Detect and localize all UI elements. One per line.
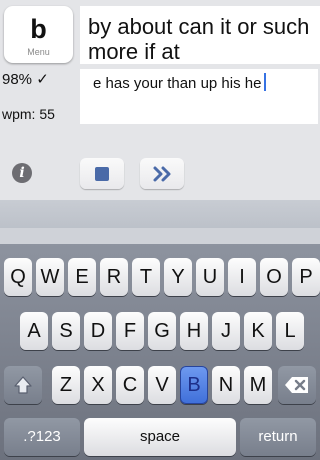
key-m[interactable]: M xyxy=(244,366,272,404)
typed-text: e has your than up his he xyxy=(93,75,262,92)
key-j[interactable]: J xyxy=(212,312,240,350)
key-h[interactable]: H xyxy=(180,312,208,350)
key-o[interactable]: O xyxy=(260,258,288,296)
key-e[interactable]: E xyxy=(68,258,96,296)
backspace-icon xyxy=(285,377,308,393)
fast-forward-icon xyxy=(153,166,171,182)
space-key[interactable]: space xyxy=(84,418,236,456)
key-v[interactable]: V xyxy=(148,366,176,404)
text-caret xyxy=(264,73,267,91)
skip-forward-button[interactable] xyxy=(140,158,184,189)
key-a[interactable]: A xyxy=(20,312,48,350)
numbers-key[interactable]: .?123 xyxy=(4,418,80,456)
key-q[interactable]: Q xyxy=(4,258,32,296)
stop-button[interactable] xyxy=(80,158,124,189)
return-key[interactable]: return xyxy=(240,418,316,456)
key-y[interactable]: Y xyxy=(164,258,192,296)
key-s[interactable]: S xyxy=(52,312,80,350)
delete-key[interactable] xyxy=(278,366,316,404)
menu-label: Menu xyxy=(27,47,50,57)
menu-button[interactable]: b Menu xyxy=(4,6,73,63)
key-f[interactable]: F xyxy=(116,312,144,350)
key-r[interactable]: R xyxy=(100,258,128,296)
typing-input[interactable]: e has your than up his he xyxy=(80,69,318,124)
key-g[interactable]: G xyxy=(148,312,176,350)
key-t[interactable]: T xyxy=(132,258,160,296)
menu-letter: b xyxy=(30,14,47,44)
info-icon[interactable]: i xyxy=(12,163,32,183)
accuracy-stat: 98% ✓ xyxy=(2,71,49,88)
on-screen-keyboard: Q W E R T Y U I O P A S D F G H J K L Z X C V B N M .?123 space retu… xyxy=(0,244,320,460)
keyboard-separator xyxy=(0,200,320,228)
key-c[interactable]: C xyxy=(116,366,144,404)
shift-icon xyxy=(14,376,32,394)
key-l[interactable]: L xyxy=(276,312,304,350)
key-x[interactable]: X xyxy=(84,366,112,404)
key-u[interactable]: U xyxy=(196,258,224,296)
key-p[interactable]: P xyxy=(292,258,320,296)
key-k[interactable]: K xyxy=(244,312,272,350)
wpm-stat: wpm: 55 xyxy=(2,106,55,122)
typing-trainer-app: b Menu by about can it or such more if a… xyxy=(0,0,320,228)
key-n[interactable]: N xyxy=(212,366,240,404)
key-b[interactable]: B xyxy=(180,366,208,404)
key-w[interactable]: W xyxy=(36,258,64,296)
target-text: by about can it or such more if at xyxy=(80,6,320,64)
stop-icon xyxy=(95,167,109,181)
key-i[interactable]: I xyxy=(228,258,256,296)
key-d[interactable]: D xyxy=(84,312,112,350)
key-z[interactable]: Z xyxy=(52,366,80,404)
shift-key[interactable] xyxy=(4,366,42,404)
